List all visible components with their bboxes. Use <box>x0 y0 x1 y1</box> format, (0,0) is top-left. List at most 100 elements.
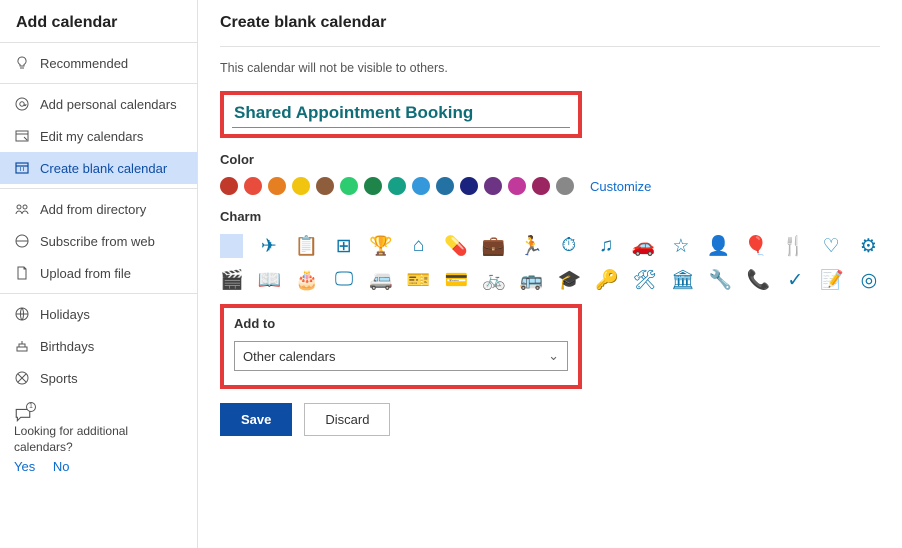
charm-star-icon[interactable]: ☆ <box>669 234 692 258</box>
charm-heart-icon[interactable]: ♡ <box>820 234 843 258</box>
charm-bike-icon[interactable]: 🚲 <box>482 268 506 292</box>
sidebar-item-upload[interactable]: Upload from file <box>0 257 197 289</box>
sidebar-item-edit[interactable]: Edit my calendars <box>0 120 197 152</box>
color-swatch-5[interactable] <box>340 177 358 195</box>
additional-prompt: Looking for additional calendars? <box>14 424 183 455</box>
sidebar-title: Add calendar <box>0 0 197 42</box>
color-swatch-13[interactable] <box>532 177 550 195</box>
sidebar: Add calendar Recommended Add personal ca… <box>0 0 198 548</box>
charm-check-icon[interactable]: ✓ <box>784 268 806 292</box>
color-label: Color <box>220 152 880 167</box>
feedback-icon: 1 <box>14 406 32 424</box>
calendar-name-highlight <box>220 91 582 138</box>
blank-calendar-icon <box>14 160 30 176</box>
charm-gear-icon[interactable]: ⚙ <box>857 234 880 258</box>
color-swatch-9[interactable] <box>436 177 454 195</box>
customize-link[interactable]: Customize <box>590 179 651 194</box>
charm-film-icon[interactable]: 🎬 <box>220 268 244 292</box>
color-swatch-7[interactable] <box>388 177 406 195</box>
people-icon <box>14 201 30 217</box>
charm-target-icon[interactable]: ◎ <box>858 268 880 292</box>
calendar-name-input[interactable] <box>232 99 570 128</box>
color-picker: Customize <box>220 177 880 195</box>
globe-icon <box>14 306 30 322</box>
charm-home-icon[interactable]: ⌂ <box>407 234 430 258</box>
sidebar-item-label: Create blank calendar <box>40 161 167 176</box>
link-icon <box>14 233 30 249</box>
charm-car-icon[interactable]: 🚗 <box>632 234 656 258</box>
charm-none[interactable] <box>220 234 243 258</box>
sidebar-item-birthdays[interactable]: Birthdays <box>0 330 197 362</box>
sidebar-item-label: Recommended <box>40 56 128 71</box>
charm-clipboard-icon[interactable]: 📋 <box>294 234 318 258</box>
addto-label: Add to <box>234 316 568 331</box>
charm-fork-icon[interactable]: 🍴 <box>782 234 806 258</box>
charm-plane-icon[interactable]: ✈ <box>257 234 280 258</box>
charm-book-icon[interactable]: 📖 <box>258 268 282 292</box>
sidebar-item-label: Sports <box>40 371 78 386</box>
sidebar-item-label: Holidays <box>40 307 90 322</box>
sidebar-item-add-personal[interactable]: Add personal calendars <box>0 88 197 120</box>
discard-button[interactable]: Discard <box>304 403 390 436</box>
charm-bus-icon[interactable]: 🚌 <box>520 268 544 292</box>
charm-tools-icon[interactable]: 🛠 <box>633 268 657 292</box>
color-swatch-3[interactable] <box>292 177 310 195</box>
charm-ticket-icon[interactable]: 🎫 <box>407 268 431 292</box>
divider <box>220 46 880 47</box>
charm-monitor-icon[interactable]: 🖵 <box>333 268 355 292</box>
charm-person-icon[interactable]: 👤 <box>707 234 731 258</box>
edit-calendar-icon <box>14 128 30 144</box>
charm-running-icon[interactable]: 🏃 <box>520 234 544 258</box>
charm-stopwatch-icon[interactable]: ⏱ <box>557 234 580 258</box>
color-swatch-0[interactable] <box>220 177 238 195</box>
page-title: Create blank calendar <box>220 14 880 46</box>
charm-wrench-icon[interactable]: 🔧 <box>709 268 733 292</box>
color-swatch-14[interactable] <box>556 177 574 195</box>
color-swatch-6[interactable] <box>364 177 382 195</box>
color-swatch-1[interactable] <box>244 177 262 195</box>
charm-music-icon[interactable]: ♫ <box>594 234 617 258</box>
sidebar-item-recommended[interactable]: Recommended <box>0 47 197 79</box>
charm-pill-icon[interactable]: 💊 <box>444 234 468 258</box>
sidebar-item-create-blank[interactable]: Create blank calendar <box>0 152 197 184</box>
charm-balloon-icon[interactable]: 🎈 <box>744 234 768 258</box>
addto-select[interactable]: Other calendars ⌄ <box>234 341 568 371</box>
prompt-yes-link[interactable]: Yes <box>14 459 35 474</box>
sidebar-item-holidays[interactable]: Holidays <box>0 298 197 330</box>
sidebar-item-label: Subscribe from web <box>40 234 155 249</box>
charm-bank-icon[interactable]: 🏛 <box>671 268 695 292</box>
addto-value: Other calendars <box>243 349 336 364</box>
prompt-no-link[interactable]: No <box>53 459 70 474</box>
charm-card-icon[interactable]: 💳 <box>444 268 468 292</box>
charm-van-icon[interactable]: 🚐 <box>369 268 393 292</box>
sidebar-item-sports[interactable]: Sports <box>0 362 197 394</box>
file-icon <box>14 265 30 281</box>
charm-cake-icon[interactable]: 🎂 <box>295 268 319 292</box>
sidebar-item-directory[interactable]: Add from directory <box>0 193 197 225</box>
charm-phone-icon[interactable]: 📞 <box>746 268 770 292</box>
sidebar-item-subscribe[interactable]: Subscribe from web <box>0 225 197 257</box>
sidebar-item-label: Edit my calendars <box>40 129 143 144</box>
sidebar-item-label: Upload from file <box>40 266 131 281</box>
charm-picker: ✈ 📋 ⊞ 🏆 ⌂ 💊 💼 🏃 ⏱ ♫ 🚗 ☆ 👤 🎈 🍴 ♡ ⚙ 🎬 📖 🎂 … <box>220 234 880 292</box>
color-swatch-4[interactable] <box>316 177 334 195</box>
color-swatch-8[interactable] <box>412 177 430 195</box>
mention-icon <box>14 96 30 112</box>
sports-icon <box>14 370 30 386</box>
color-swatch-2[interactable] <box>268 177 286 195</box>
charm-briefcase-icon[interactable]: 💼 <box>482 234 506 258</box>
color-swatch-11[interactable] <box>484 177 502 195</box>
sidebar-item-label: Birthdays <box>40 339 94 354</box>
charm-label: Charm <box>220 209 880 224</box>
charm-trophy-icon[interactable]: 🏆 <box>369 234 393 258</box>
save-button[interactable]: Save <box>220 403 292 436</box>
main-panel: Create blank calendar This calendar will… <box>198 0 902 548</box>
charm-firstaid-icon[interactable]: ⊞ <box>332 234 355 258</box>
color-swatch-12[interactable] <box>508 177 526 195</box>
charm-key-icon[interactable]: 🔑 <box>595 268 619 292</box>
color-swatch-10[interactable] <box>460 177 478 195</box>
sidebar-item-label: Add from directory <box>40 202 146 217</box>
add-to-highlight: Add to Other calendars ⌄ <box>220 304 582 389</box>
charm-note-icon[interactable]: 📝 <box>820 268 844 292</box>
charm-graduation-icon[interactable]: 🎓 <box>557 268 581 292</box>
